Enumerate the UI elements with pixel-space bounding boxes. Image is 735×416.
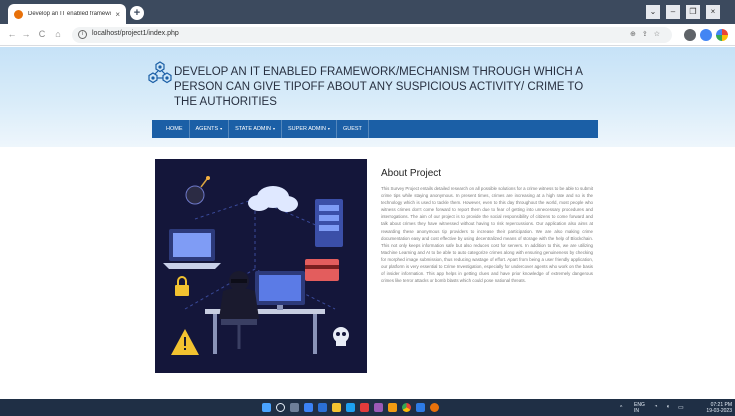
web-page: DEVELOP AN IT ENABLED FRAMEWORK/MECHANIS… (0, 47, 735, 399)
forward-icon[interactable]: → (20, 29, 32, 39)
nav-label: AGENTS (195, 126, 219, 132)
os-taskbar: ^ ENG IN ◔ ◖ ▭ 07:21 PM 19-03-2023 (0, 399, 735, 416)
edge-icon[interactable] (346, 403, 355, 412)
language-indicator[interactable]: ENG IN (634, 402, 645, 414)
browser-toolbar: ← → C ⌂ i localhost/project1/index.php ⊕… (0, 24, 735, 46)
reload-icon[interactable]: C (36, 29, 48, 39)
clock-date: 19-03-2023 (706, 408, 732, 414)
wifi-icon[interactable]: ◔ (654, 404, 658, 410)
maximize-button[interactable]: ❐ (686, 5, 700, 19)
vscode-icon[interactable] (416, 403, 425, 412)
tab-close-icon[interactable]: × (115, 10, 120, 19)
sidepanel-icon[interactable] (700, 29, 712, 41)
file-explorer-icon[interactable] (332, 403, 341, 412)
tray-chevron-icon[interactable]: ^ (620, 405, 622, 411)
back-icon[interactable]: ← (6, 29, 18, 39)
chrome-icon[interactable] (402, 403, 411, 412)
nav-item-home[interactable]: HOME (160, 120, 190, 138)
chat-icon[interactable] (318, 403, 327, 412)
close-window-button[interactable]: × (706, 5, 720, 19)
nav-item-super-admin[interactable]: SUPER ADMIN ▾ (282, 120, 337, 138)
browser-tab-bar: Develop an IT enabled framewo × + ⌄ – ❐ … (0, 0, 735, 24)
chevron-down-icon: ▾ (273, 126, 276, 131)
about-description: This Survey Project entails detailed res… (381, 186, 593, 284)
extensions-icon[interactable] (684, 29, 696, 41)
browser-tab[interactable]: Develop an IT enabled framewo × (8, 4, 126, 24)
profile-avatar[interactable] (716, 29, 728, 41)
chevron-down-icon: ▾ (327, 126, 330, 131)
site-headline: DEVELOP AN IT ENABLED FRAMEWORK/MECHANIS… (174, 66, 584, 108)
nav-item-state-admin[interactable]: STATE ADMIN ▾ (229, 120, 283, 138)
task-view-icon[interactable] (290, 403, 299, 412)
site-info-icon[interactable]: i (78, 30, 87, 39)
address-bar[interactable]: i localhost/project1/index.php ⊕⇪☆ (72, 27, 672, 43)
minimize-button[interactable]: – (666, 5, 680, 19)
app-icon[interactable] (388, 403, 397, 412)
nav-item-agents[interactable]: AGENTS ▾ (190, 120, 230, 138)
nav-label: HOME (166, 126, 183, 132)
start-menu-icon[interactable] (262, 403, 271, 412)
nav-label: STATE ADMIN (235, 126, 271, 132)
clock[interactable]: 07:21 PM 19-03-2023 (696, 402, 732, 414)
cloud-icon (248, 186, 298, 212)
network-logo-icon (148, 61, 172, 84)
photos-icon[interactable] (374, 403, 383, 412)
omnibox-actions-icon[interactable]: ⊕⇪☆ (630, 30, 666, 38)
cybercrime-illustration (155, 159, 367, 373)
new-tab-button[interactable]: + (130, 6, 144, 20)
tab-title: Develop an IT enabled framewo (28, 11, 112, 17)
region-code: IN (634, 408, 639, 414)
nav-label: GUEST (342, 126, 362, 132)
chevron-down-icon: ▾ (220, 126, 223, 131)
site-favicon-icon (14, 9, 23, 19)
battery-icon[interactable]: ▭ (678, 404, 684, 411)
address-url[interactable]: localhost/project1/index.php (92, 30, 179, 37)
search-icon[interactable] (276, 403, 285, 412)
about-title: About Project (381, 168, 442, 179)
volume-icon[interactable]: ◖ (666, 404, 670, 410)
nav-label: SUPER ADMIN (288, 126, 326, 132)
nav-item-guest[interactable]: GUEST (337, 120, 369, 138)
tab-search-icon[interactable]: ⌄ (646, 5, 660, 19)
xampp-icon[interactable] (430, 403, 439, 412)
home-icon[interactable]: ⌂ (52, 29, 64, 39)
main-navigation: HOME AGENTS ▾ STATE ADMIN ▾ SUPER ADMIN ▾ G… (152, 120, 598, 138)
widgets-icon[interactable] (304, 403, 313, 412)
office-icon[interactable] (360, 403, 369, 412)
